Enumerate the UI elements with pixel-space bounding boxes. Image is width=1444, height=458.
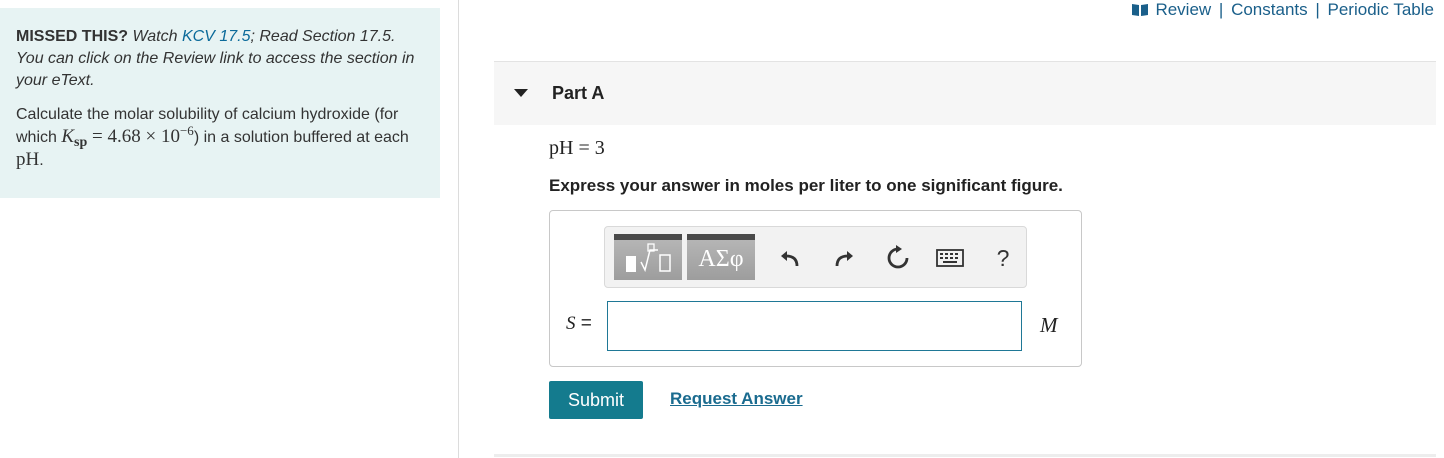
- fraction-root-template-icon: [626, 243, 671, 273]
- variable-symbol: S: [566, 313, 576, 334]
- question-middle: ) in a solution buffered at each: [193, 129, 409, 146]
- missed-this-note: MISSED THIS? Watch KCV 17.5; Read Sectio…: [16, 26, 424, 92]
- answer-instruction: Express your answer in moles per liter t…: [549, 176, 1063, 195]
- help-icon[interactable]: ?: [988, 243, 1018, 273]
- resource-links: Review | Constants | Periodic Table: [1131, 0, 1434, 22]
- math-toolbar: ΑΣφ ?: [604, 226, 1027, 288]
- ksp-value: = 4.68 × 10: [92, 126, 180, 147]
- answer-input[interactable]: [607, 301, 1022, 351]
- greek-symbols-button[interactable]: ΑΣφ: [687, 234, 755, 280]
- review-link[interactable]: Review: [1155, 0, 1211, 19]
- equals-sign: =: [580, 313, 592, 334]
- question-end: .: [39, 152, 44, 169]
- submit-button[interactable]: Submit: [549, 381, 643, 419]
- missed-lead: MISSED THIS?: [16, 28, 129, 45]
- part-title: Part A: [552, 83, 605, 103]
- redo-icon[interactable]: [829, 243, 859, 273]
- periodic-table-link[interactable]: Periodic Table: [1328, 0, 1434, 19]
- link-separator: |: [1218, 0, 1224, 19]
- ksp-expression: Ksp = 4.68 × 10−6: [61, 123, 194, 150]
- book-icon: [1131, 2, 1149, 22]
- ksp-subscript: sp: [74, 135, 88, 150]
- question-text: Calculate the molar solubility of calciu…: [16, 104, 424, 172]
- question-ph: pH: [16, 149, 40, 170]
- column-divider: [458, 0, 459, 458]
- templates-button[interactable]: [614, 234, 682, 280]
- request-answer-link[interactable]: Request Answer: [670, 389, 803, 409]
- keyboard-icon[interactable]: [935, 243, 965, 273]
- answer-box: ΑΣφ ? S = M: [549, 210, 1082, 367]
- reset-icon[interactable]: [883, 243, 913, 273]
- undo-icon[interactable]: [775, 243, 805, 273]
- caret-down-icon[interactable]: [514, 89, 528, 97]
- answer-variable-label: S =: [566, 313, 592, 335]
- ksp-symbol: K: [61, 126, 75, 147]
- ph-condition: pH = 3: [549, 137, 605, 159]
- link-separator: |: [1315, 0, 1320, 19]
- ksp-exponent: −6: [179, 123, 194, 138]
- answer-unit: M: [1040, 313, 1058, 337]
- part-a-header[interactable]: Part A: [494, 61, 1436, 125]
- hint-panel: MISSED THIS? Watch KCV 17.5; Read Sectio…: [0, 8, 440, 198]
- kcv-link[interactable]: KCV 17.5: [182, 28, 250, 45]
- bottom-rule: [494, 454, 1436, 457]
- constants-link[interactable]: Constants: [1231, 0, 1308, 19]
- watch-text: Watch: [132, 28, 178, 45]
